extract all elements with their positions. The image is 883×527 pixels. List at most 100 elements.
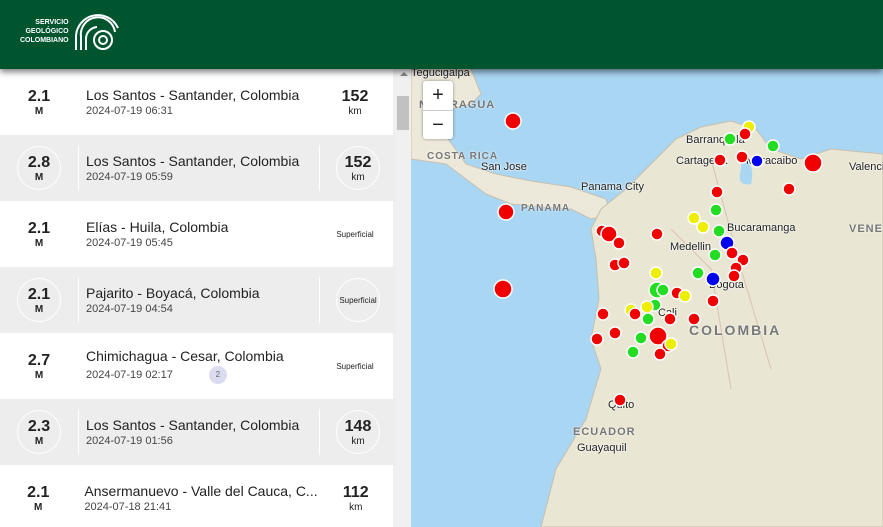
logo-line: COLOMBIANO bbox=[20, 36, 69, 44]
event-row[interactable]: 2.8 M Los Santos - Santander, Colombia 20… bbox=[0, 135, 396, 201]
earthquake-marker-red[interactable] bbox=[727, 269, 741, 283]
earthquake-marker-red[interactable] bbox=[617, 256, 631, 270]
magnitude-unit: M bbox=[34, 105, 44, 117]
earthquake-marker-yellow[interactable] bbox=[687, 211, 701, 225]
event-place: Chimichagua - Cesar, Colombia bbox=[86, 348, 284, 364]
earthquake-marker-red[interactable] bbox=[650, 227, 664, 241]
event-row[interactable]: 2.1 M Ansermanuevo - Valle del Cauca, C..… bbox=[0, 465, 393, 527]
logo-line: SERVICIO bbox=[35, 18, 69, 26]
depth-badge: Superficial bbox=[333, 344, 377, 388]
event-row[interactable]: 2.7 M Chimichagua - Cesar, Colombia 2024-… bbox=[0, 333, 393, 399]
earthquake-marker-green[interactable] bbox=[634, 331, 648, 345]
earthquake-marker-red[interactable] bbox=[710, 185, 724, 199]
divider bbox=[316, 211, 317, 257]
logo-line: GEOLÓGICO bbox=[25, 27, 69, 35]
earthquake-marker-red[interactable] bbox=[725, 246, 739, 260]
earthquake-marker-red[interactable] bbox=[608, 326, 622, 340]
zoom-out-button[interactable]: − bbox=[423, 110, 453, 139]
earthquake-marker-red[interactable] bbox=[706, 294, 720, 308]
magnitude-value: 2.1 bbox=[27, 219, 51, 237]
event-datetime-line: 2024-07-19 01:56 bbox=[86, 435, 319, 447]
earthquake-marker-yellow[interactable] bbox=[649, 266, 663, 280]
map[interactable]: + − Tegucigalpa NICARAGUA COSTA RICA San… bbox=[411, 69, 883, 527]
earthquake-marker-green[interactable] bbox=[641, 312, 655, 326]
depth-badge: 152 km bbox=[333, 80, 377, 124]
depth-unit: km bbox=[351, 435, 365, 447]
earthquake-marker-red[interactable] bbox=[628, 307, 642, 321]
earthquake-marker-yellow[interactable] bbox=[664, 337, 678, 351]
depth-value: 152 bbox=[341, 87, 369, 105]
earthquake-marker-yellow[interactable] bbox=[678, 289, 692, 303]
earthquake-marker-red[interactable] bbox=[590, 332, 604, 346]
earthquake-marker-red[interactable] bbox=[738, 127, 752, 141]
scrollbar-thumb[interactable] bbox=[397, 96, 409, 130]
earthquake-marker-red[interactable] bbox=[497, 203, 515, 221]
earthquake-marker-red[interactable] bbox=[663, 312, 677, 326]
earthquake-marker-green[interactable] bbox=[708, 248, 722, 262]
earthquake-marker-red[interactable] bbox=[782, 182, 796, 196]
earthquake-marker-red[interactable] bbox=[613, 393, 627, 407]
event-datetime: 2024-07-19 04:54 bbox=[86, 303, 173, 315]
magnitude-badge: 2.1 M bbox=[17, 278, 61, 322]
earthquake-marker-blue[interactable] bbox=[750, 154, 764, 168]
count-badge[interactable]: 2 bbox=[208, 366, 227, 384]
earthquake-marker-red[interactable] bbox=[735, 150, 749, 164]
earthquake-marker-green[interactable] bbox=[626, 345, 640, 359]
event-info: Chimichagua - Cesar, Colombia 2024-07-19… bbox=[79, 348, 316, 384]
event-place: Elías - Huila, Colombia bbox=[86, 219, 229, 235]
magnitude-value: 2.1 bbox=[27, 285, 51, 303]
earthquake-marker-green[interactable] bbox=[712, 224, 726, 238]
earthquake-marker-green[interactable] bbox=[709, 203, 723, 217]
earthquake-marker-red[interactable] bbox=[803, 153, 823, 173]
event-place: Los Santos - Santander, Colombia bbox=[86, 153, 300, 169]
event-datetime-line: 2024-07-19 06:31 bbox=[86, 105, 316, 117]
event-place: Los Santos - Santander, Colombia bbox=[86, 417, 300, 433]
event-row[interactable]: 2.1 M Elías - Huila, Colombia 2024-07-19 … bbox=[0, 201, 393, 267]
earthquake-marker-red[interactable] bbox=[687, 312, 701, 326]
event-row[interactable]: 2.1 M Pajarito - Boyacá, Colombia 2024-07… bbox=[0, 267, 396, 333]
earthquake-marker-red[interactable] bbox=[596, 307, 610, 321]
magnitude-unit: M bbox=[34, 369, 44, 381]
magnitude-value: 2.1 bbox=[27, 87, 51, 105]
event-row[interactable]: 2.1 M Los Santos - Santander, Colombia 20… bbox=[0, 69, 393, 135]
depth-superficial: Superficial bbox=[336, 229, 374, 239]
depth-badge: 112 km bbox=[335, 476, 377, 520]
zoom-in-button[interactable]: + bbox=[423, 81, 453, 110]
earthquake-marker-blue[interactable] bbox=[705, 271, 721, 287]
magnitude-value: 2.8 bbox=[27, 153, 51, 171]
magnitude-unit: M bbox=[34, 501, 43, 513]
magnitude-badge: 2.7 M bbox=[17, 344, 61, 388]
divider bbox=[316, 343, 317, 389]
earthquake-marker-green[interactable] bbox=[723, 132, 737, 146]
magnitude-value: 2.1 bbox=[27, 483, 50, 501]
depth-unit: km bbox=[349, 501, 363, 513]
earthquake-marker-yellow[interactable] bbox=[696, 220, 710, 234]
earthquake-marker-red[interactable] bbox=[653, 347, 667, 361]
depth-badge: 148 km bbox=[336, 410, 380, 454]
event-datetime-line: 2024-07-18 21:41 bbox=[84, 501, 317, 513]
event-info: Los Santos - Santander, Colombia 2024-07… bbox=[79, 87, 316, 117]
earthquake-marker-red[interactable] bbox=[713, 153, 727, 167]
earthquake-marker-red[interactable] bbox=[493, 279, 513, 299]
earthquake-marker-red[interactable] bbox=[504, 112, 522, 130]
magnitude-badge: 2.8 M bbox=[17, 146, 61, 190]
divider bbox=[316, 79, 317, 125]
earthquake-marker-red[interactable] bbox=[612, 236, 626, 250]
scroll-up-icon[interactable] bbox=[400, 72, 408, 76]
sgc-logo[interactable]: SERVICIO GEOLÓGICO COLOMBIANO bbox=[20, 10, 119, 52]
divider bbox=[319, 409, 320, 455]
magnitude-value: 2.3 bbox=[27, 417, 51, 435]
event-datetime: 2024-07-19 02:17 bbox=[86, 369, 173, 381]
event-row[interactable]: 2.3 M Los Santos - Santander, Colombia 20… bbox=[0, 399, 396, 465]
magnitude-unit: M bbox=[34, 237, 44, 249]
event-datetime: 2024-07-18 21:41 bbox=[84, 501, 172, 513]
depth-superficial: Superficial bbox=[336, 361, 374, 371]
depth-badge: 152 km bbox=[336, 146, 380, 190]
earthquake-marker-green[interactable] bbox=[656, 283, 670, 297]
earthquake-marker-yellow[interactable] bbox=[640, 300, 654, 314]
scrollbar[interactable] bbox=[396, 69, 411, 527]
zoom-control: + − bbox=[423, 81, 453, 139]
event-place: Los Santos - Santander, Colombia bbox=[86, 87, 300, 103]
earthquake-marker-green[interactable] bbox=[766, 139, 780, 153]
earthquake-marker-green[interactable] bbox=[691, 266, 705, 280]
